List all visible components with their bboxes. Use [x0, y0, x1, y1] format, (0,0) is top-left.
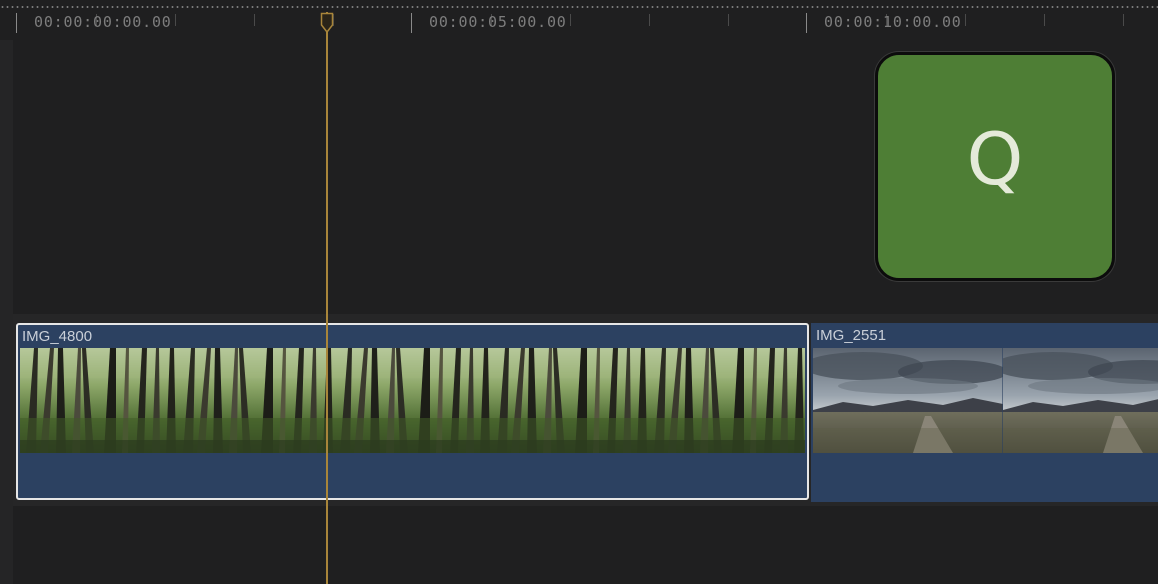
timeline-left-edge [0, 0, 13, 584]
ruler-minor-tick [965, 14, 966, 26]
ruler-major-tick [16, 13, 17, 33]
ruler-major-tick [806, 13, 807, 33]
ruler-minor-tick [1044, 14, 1045, 26]
timeline[interactable]: 00:00:00:00.00 00:00:05:00.00 00:00:10:0… [0, 0, 1158, 584]
keystroke-overlay-q: Q [875, 52, 1115, 281]
video-clip-img-2551[interactable]: IMG_2551 [811, 323, 1158, 502]
ruler-minor-tick [1123, 14, 1124, 26]
keystroke-label: Q [966, 117, 1024, 201]
ruler-minor-tick [175, 14, 176, 26]
clip-filmstrip-landscape [813, 348, 1158, 453]
playhead-line[interactable] [326, 12, 328, 584]
ruler-minor-tick [570, 14, 571, 26]
ruler-timecode: 00:00:10:00.00 [824, 13, 962, 31]
clip-filmstrip-forest [20, 348, 805, 453]
time-ruler[interactable]: 00:00:00:00.00 00:00:05:00.00 00:00:10:0… [0, 0, 1158, 40]
video-clip-img-4800[interactable]: IMG_4800 [16, 323, 809, 500]
ruler-timecode: 00:00:00:00.00 [34, 13, 172, 31]
ruler-minor-tick [649, 14, 650, 26]
playhead-handle-icon[interactable] [320, 12, 334, 34]
ruler-minor-tick [728, 14, 729, 26]
clip-name-label: IMG_4800 [22, 328, 93, 345]
landscape-thumbnails [813, 348, 1158, 453]
clip-name-label: IMG_2551 [816, 327, 887, 344]
ruler-major-tick [411, 13, 412, 33]
ruler-timecode: 00:00:05:00.00 [429, 13, 567, 31]
forest-thumbnails [20, 348, 805, 453]
ruler-minor-tick [254, 14, 255, 26]
ruler-dots [0, 6, 1158, 8]
